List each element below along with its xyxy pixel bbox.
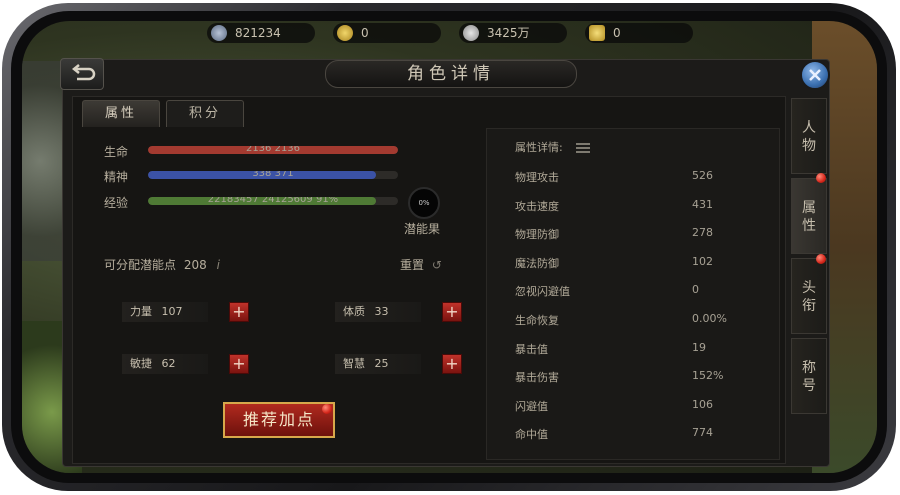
gem-icon — [589, 25, 605, 41]
recommend-allocation-button[interactable]: 推荐加点 — [223, 402, 335, 438]
stat-value: 33 — [374, 305, 389, 318]
side-tab-char: 属 — [802, 200, 816, 216]
reset-button[interactable]: 重置 ↺ — [400, 256, 442, 273]
attribute-details-panel: 属性详情: 物理攻击 526 攻击速度 431 物理防御 278 魔法防御 102 忽视闪避值 0… — [486, 128, 780, 460]
resource-value: 0 — [613, 26, 621, 40]
side-tab-char: 号 — [802, 378, 816, 394]
mp-label: 精神 — [104, 170, 129, 184]
mp-bar-text: 338 371 — [252, 171, 294, 179]
details-header-text: 属性详情: — [515, 141, 563, 154]
exp-label: 经验 — [104, 196, 129, 210]
list-icon — [576, 143, 591, 153]
side-tab-char: 称 — [802, 360, 816, 376]
detail-row-value: 106 — [692, 397, 713, 411]
detail-row-value: 278 — [692, 226, 713, 240]
close-button[interactable] — [800, 60, 830, 90]
hp-label: 生命 — [104, 145, 129, 159]
detail-row-value: 152% — [692, 369, 724, 383]
stat-strength: 力量 107 — [122, 302, 208, 322]
detail-row-value: 0 — [692, 283, 699, 297]
potential-fruit-label: 潜能果 — [404, 222, 441, 236]
side-tab-char: 物 — [802, 138, 816, 154]
detail-row-name: 忽视闪避值 — [515, 285, 570, 299]
add-wisdom-button[interactable]: + — [442, 354, 462, 374]
side-tab-char: 性 — [802, 218, 816, 234]
stat-name: 智慧 — [343, 357, 365, 370]
back-arrow-icon — [71, 64, 96, 81]
detail-row-value: 0.00% — [692, 312, 727, 325]
stat-value: 107 — [161, 305, 183, 318]
detail-row-value: 774 — [692, 426, 713, 440]
stat-name: 体质 — [343, 305, 365, 318]
resource-currency-4: 0 — [585, 23, 693, 43]
side-tab-char: 衔 — [802, 298, 816, 314]
points-value: 208 — [183, 258, 207, 272]
potential-percent: 0% — [418, 199, 430, 207]
stat-agility: 敏捷 62 — [122, 354, 208, 374]
resource-currency-2: 0 — [333, 23, 441, 43]
detail-row-name: 攻击速度 — [515, 199, 559, 213]
hp-bar-text: 2136 2136 — [245, 146, 301, 154]
silver-coin-icon — [463, 25, 479, 41]
side-tab-titles[interactable]: 头 衔 — [791, 258, 827, 334]
stat-value: 62 — [161, 357, 176, 370]
resource-currency-3: 3425万 — [459, 23, 567, 43]
back-button[interactable] — [60, 58, 104, 90]
window-title: 角色详情 — [325, 60, 577, 88]
mp-bar: 338 371 — [148, 171, 398, 179]
notification-dot — [816, 173, 826, 183]
exp-bar-text: 22183457 24125609 91% — [207, 197, 339, 205]
notification-dot — [816, 254, 826, 264]
detail-row-name: 物理攻击 — [515, 171, 559, 184]
resource-value: 821234 — [235, 26, 281, 40]
potential-fruit-gauge[interactable]: 0% — [408, 187, 440, 219]
side-tab-char: 头 — [802, 280, 816, 296]
available-points-label: 可分配潜能点 208 i — [104, 256, 220, 273]
side-tab-character[interactable]: 人 物 — [791, 98, 827, 174]
resource-currency-1: 821234 — [207, 23, 315, 43]
detail-row-name: 生命恢复 — [515, 314, 559, 327]
reset-icon: ↺ — [431, 258, 442, 272]
resource-value: 0 — [361, 26, 369, 40]
side-tab-char: 人 — [802, 120, 816, 136]
detail-row-name: 命中值 — [515, 428, 548, 442]
detail-row-name: 物理防御 — [515, 228, 559, 242]
notification-dot — [322, 404, 332, 414]
tab-attributes[interactable]: 属性 — [82, 100, 160, 127]
hp-bar: 2136 2136 — [148, 146, 398, 154]
add-agility-button[interactable]: + — [229, 354, 249, 374]
detail-row-value: 19 — [692, 340, 706, 354]
details-header: 属性详情: — [515, 139, 591, 155]
detail-row-value: 102 — [692, 254, 713, 268]
detail-row-name: 暴击伤害 — [515, 371, 559, 385]
points-label-text: 可分配潜能点 — [104, 258, 177, 272]
stat-constitution: 体质 33 — [335, 302, 421, 322]
stat-wisdom: 智慧 25 — [335, 354, 421, 374]
add-strength-button[interactable]: + — [229, 302, 249, 322]
stat-value: 25 — [374, 357, 389, 370]
detail-row-name: 暴击值 — [515, 342, 548, 356]
gold-coin-icon — [337, 25, 353, 41]
add-constitution-button[interactable]: + — [442, 302, 462, 322]
resource-value: 3425万 — [487, 26, 530, 40]
detail-row-value: 431 — [692, 197, 713, 211]
tab-points[interactable]: 积分 — [166, 100, 244, 127]
detail-row-name: 闪避值 — [515, 399, 548, 413]
detail-row-name: 魔法防御 — [515, 256, 559, 270]
detail-row-value: 526 — [692, 169, 713, 182]
side-tab-honors[interactable]: 称 号 — [791, 338, 827, 414]
side-tab-attributes[interactable]: 属 性 — [791, 178, 827, 254]
exp-bar: 22183457 24125609 91% — [148, 197, 398, 205]
reset-label: 重置 — [400, 258, 425, 272]
stat-name: 敏捷 — [130, 357, 152, 370]
resource-bar: 821234 0 3425万 0 — [207, 23, 807, 45]
globe-coin-icon — [211, 25, 227, 41]
close-icon — [809, 69, 821, 81]
stat-name: 力量 — [130, 305, 152, 318]
info-icon[interactable]: i — [217, 258, 220, 272]
